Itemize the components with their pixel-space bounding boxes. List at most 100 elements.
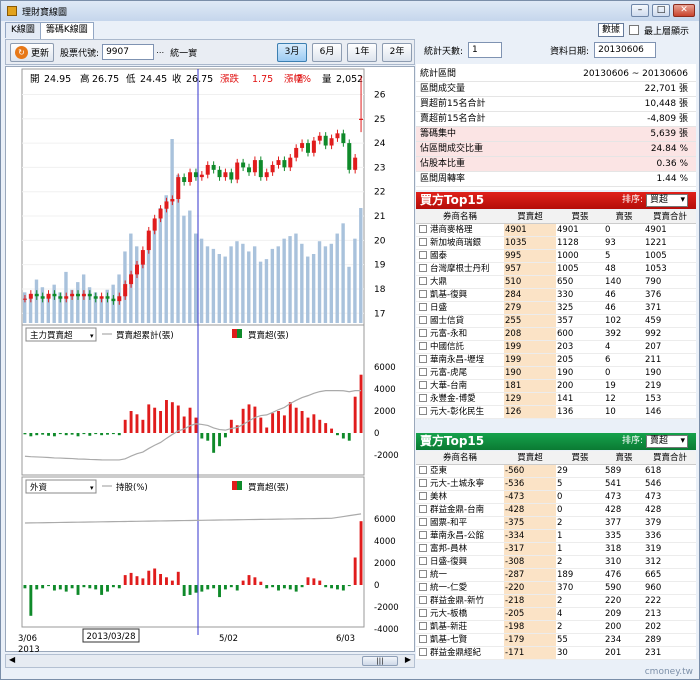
main-force-bar	[58, 433, 62, 435]
row-checkbox[interactable]	[419, 582, 427, 591]
column-header[interactable]: 買賣合計	[644, 210, 696, 224]
table-row[interactable]: 元富-永和 208 600 392 992	[416, 327, 696, 341]
table-row[interactable]: 新加坡商瑞銀 1035 1128 93 1221	[416, 236, 696, 250]
scroll-right-icon[interactable]: ▶	[405, 655, 411, 664]
row-checkbox[interactable]	[419, 367, 427, 376]
column-header[interactable]: 買賣超	[504, 451, 556, 465]
table-row[interactable]: 國泰 995 1000 5 1005	[416, 249, 696, 263]
table-row[interactable]: 凱基-復興 284 330 46 376	[416, 288, 696, 302]
data-button[interactable]: 數據	[597, 23, 624, 37]
row-checkbox[interactable]	[419, 569, 427, 578]
row-checkbox[interactable]	[419, 621, 427, 630]
column-header[interactable]: 買張	[556, 210, 604, 224]
more-icon[interactable]: ⋯	[156, 48, 164, 57]
row-checkbox[interactable]	[419, 406, 427, 415]
table-row[interactable]: 統一 -287 189 476 665	[416, 568, 696, 582]
row-checkbox[interactable]	[419, 647, 427, 656]
foreign-bar	[111, 585, 115, 588]
table-row[interactable]: 華南永昌-公館 -334 1 335 336	[416, 529, 696, 543]
minimize-button[interactable]: –	[631, 4, 649, 17]
table-row[interactable]: 日盛-復興 -308 2 310 312	[416, 555, 696, 569]
row-checkbox[interactable]	[419, 634, 427, 643]
row-checkbox[interactable]	[419, 608, 427, 617]
table-row[interactable]: 美林 -473 0 473 473	[416, 490, 696, 504]
row-checkbox[interactable]	[419, 543, 427, 552]
table-row[interactable]: 華南永昌-壢埕 199 205 6 211	[416, 353, 696, 367]
table-row[interactable]: 台灣摩根士丹利 957 1005 48 1053	[416, 262, 696, 276]
row-checkbox[interactable]	[419, 530, 427, 539]
date-input[interactable]: 20130606	[594, 42, 657, 58]
table-row[interactable]: 元大-板橋 -205 4 209 213	[416, 607, 696, 621]
row-checkbox[interactable]	[419, 393, 427, 402]
row-checkbox[interactable]	[419, 380, 427, 389]
table-row[interactable]: 富邦-員林 -317 1 318 319	[416, 542, 696, 556]
table-row[interactable]: 港商麥格理 4901 4901 0 4901	[416, 223, 696, 237]
buy-sort-select[interactable]: 買超 ▾	[646, 194, 688, 207]
row-checkbox[interactable]	[419, 354, 427, 363]
table-row[interactable]: 大華-台南 181 200 19 219	[416, 379, 696, 393]
table-row[interactable]: 元大-土城永寧 -536 5 541 546	[416, 477, 696, 491]
update-button[interactable]: ↻ 更新	[10, 42, 55, 62]
row-checkbox[interactable]	[419, 263, 427, 272]
horizontal-scrollbar[interactable]: ◀ ||| ▶	[5, 654, 415, 668]
table-row[interactable]: 永豐金-博愛 129 141 12 153	[416, 392, 696, 406]
tab-kline[interactable]: K線圖	[5, 22, 41, 38]
table-row[interactable]: 凱基-新莊 -198 2 200 202	[416, 620, 696, 634]
row-checkbox[interactable]	[419, 556, 427, 565]
price-y-tick: 24	[374, 139, 386, 149]
table-row[interactable]: 亞東 -560 29 589 618	[416, 464, 696, 478]
table-row[interactable]: 凱基-七賢 -179 55 234 289	[416, 633, 696, 647]
row-checkbox[interactable]	[419, 315, 427, 324]
table-row[interactable]: 群益金鼎-台南 -428 0 428 428	[416, 503, 696, 517]
close-button[interactable]: ✕	[673, 4, 695, 17]
row-checkbox[interactable]	[419, 250, 427, 259]
tab-chip-kline[interactable]: 籌碼K線圖	[39, 22, 94, 39]
column-header[interactable]: 券商名稱	[416, 451, 504, 465]
column-header[interactable]: 買賣超	[504, 210, 556, 224]
column-header[interactable]: 買張	[556, 451, 604, 465]
column-header[interactable]: 賣張	[604, 451, 644, 465]
scroll-left-icon[interactable]: ◀	[9, 655, 15, 664]
stock-code-input[interactable]: 9907	[102, 44, 155, 60]
row-checkbox[interactable]	[419, 237, 427, 246]
on-top-checkbox[interactable]	[628, 25, 639, 35]
row-checkbox[interactable]	[419, 465, 427, 474]
row-checkbox[interactable]	[419, 276, 427, 285]
column-header[interactable]: 券商名稱	[416, 210, 504, 224]
row-checkbox[interactable]	[419, 328, 427, 337]
table-row[interactable]: 國票-和平 -375 2 377 379	[416, 516, 696, 530]
scroll-thumb[interactable]: |||	[362, 656, 398, 666]
row-checkbox[interactable]	[419, 504, 427, 513]
table-row[interactable]: 群益金鼎經紀 -171 30 201 231	[416, 646, 696, 660]
row-checkbox[interactable]	[419, 595, 427, 604]
chart-area[interactable]: 開 24.95 高 26.75 低 24.45 收 26.75 漲跌 1.75 漲幅 7% 量 2,052…	[5, 66, 415, 653]
column-header[interactable]: 買賣合計	[644, 451, 696, 465]
table-row[interactable]: 元大-彰化民生 126 136 10 146	[416, 405, 696, 419]
period-2y-button[interactable]: 2年	[382, 43, 412, 62]
row-checkbox[interactable]	[419, 289, 427, 298]
table-row[interactable]: 日盛 279 325 46 371	[416, 301, 696, 315]
row-checkbox[interactable]	[419, 517, 427, 526]
sell-sort-select[interactable]: 賣超 ▾	[646, 435, 688, 448]
period-3m-button[interactable]: 3月	[277, 43, 307, 62]
main-force-bar	[106, 433, 109, 435]
candle-body	[300, 143, 305, 148]
table-row[interactable]: 大鼎 510 650 140 790	[416, 275, 696, 289]
days-select[interactable]: 1	[468, 42, 503, 58]
period-6m-button[interactable]: 6月	[312, 43, 342, 62]
row-checkbox[interactable]	[419, 302, 427, 311]
table-row[interactable]: 元富-虎尾 190 190 0 190	[416, 366, 696, 380]
row-checkbox[interactable]	[419, 491, 427, 500]
maximize-button[interactable]: □	[652, 4, 670, 17]
row-checkbox[interactable]	[419, 224, 427, 233]
column-header[interactable]: 賣張	[604, 210, 644, 224]
tab-bar: K線圖 籌碼K線圖	[5, 22, 94, 39]
period-1y-button[interactable]: 1年	[347, 43, 377, 62]
table-row[interactable]: 群益金鼎-新竹 -218 2 220 222	[416, 594, 696, 608]
table-row[interactable]: 統一-仁愛 -220 370 590 960	[416, 581, 696, 595]
table-row[interactable]: 中國信託 199 203 4 207	[416, 340, 696, 354]
row-checkbox[interactable]	[419, 478, 427, 487]
row-checkbox[interactable]	[419, 341, 427, 350]
table-row[interactable]: 國士信貸 255 357 102 459	[416, 314, 696, 328]
candle-body	[270, 164, 275, 173]
